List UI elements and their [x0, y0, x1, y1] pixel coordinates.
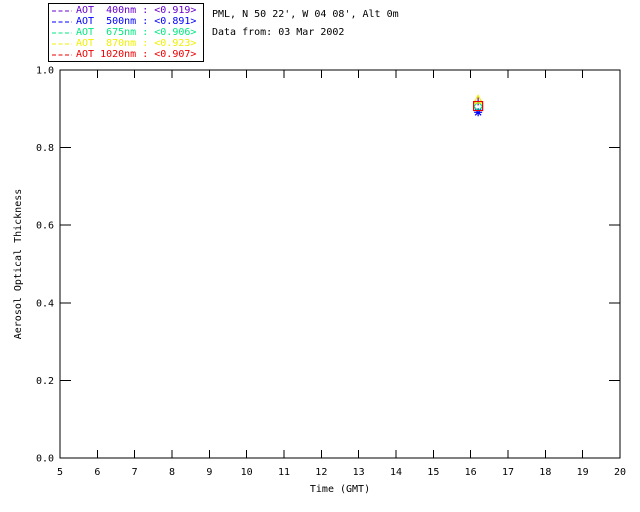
x-tick-label: 13: [353, 467, 365, 478]
legend-item-400nm: AOT 400nm : <0.919>: [52, 5, 203, 16]
x-tick-label: 19: [577, 467, 589, 478]
x-tick-label: 15: [427, 467, 439, 478]
x-tick-label: 10: [241, 467, 253, 478]
x-tick-label: 20: [614, 467, 626, 478]
x-tick-label: 12: [315, 467, 327, 478]
x-tick-label: 14: [390, 467, 402, 478]
legend: AOT 400nm : <0.919> AOT 500nm : <0.891> AO…: [48, 3, 204, 62]
marker-500nm-asterisk: [474, 108, 483, 117]
x-tick-label: 5: [57, 467, 63, 478]
x-tick-label: 16: [465, 467, 477, 478]
legend-item-1020nm: AOT 1020nm : <0.907>: [52, 49, 203, 60]
y-tick-label: 0.8: [36, 143, 54, 154]
plot-frame: [59, 69, 621, 459]
legend-item-label: AOT 870nm : <0.923>: [76, 38, 197, 49]
y-tick-label: 0.6: [36, 221, 54, 232]
legend-item-label: AOT 1020nm : <0.907>: [76, 49, 197, 60]
site-annotation: PML, N 50 22', W 04 08', Alt 0m: [212, 9, 399, 20]
y-tick-label: 1.0: [36, 66, 54, 77]
legend-item-label: AOT 675nm : <0.906>: [76, 27, 197, 38]
x-tick-label: 11: [278, 467, 290, 478]
x-tick-label: 7: [132, 467, 138, 478]
legend-item-870nm: AOT 870nm : <0.923>: [52, 38, 203, 49]
y-tick-label: 0.4: [36, 298, 54, 309]
x-tick-label: 6: [94, 467, 100, 478]
x-tick-label: 18: [539, 467, 551, 478]
legend-item-500nm: AOT 500nm : <0.891>: [52, 16, 203, 27]
chart-canvas: PML, N 50 22', W 04 08', Alt 0m Data fro…: [13, 9, 626, 495]
x-tick-label: 8: [169, 467, 175, 478]
legend-dash-line: [52, 16, 72, 27]
legend-item-label: AOT 400nm : <0.919>: [76, 5, 197, 16]
legend-dash-line: [52, 27, 72, 38]
x-tick-label: 17: [502, 467, 514, 478]
legend-dash-line: [52, 5, 72, 16]
aot-plot-page: AOT 400nm : <0.919> AOT 500nm : <0.891> AO…: [0, 0, 640, 512]
y-tick-label: 0.0: [36, 454, 54, 465]
x-tick-label: 9: [206, 467, 212, 478]
date-annotation: Data from: 03 Mar 2002: [212, 27, 344, 38]
y-axis-title: Aerosol Optical Thickness: [13, 189, 24, 340]
legend-item-label: AOT 500nm : <0.891>: [76, 16, 197, 27]
axes-layer: 5 6 7 8 9 10 11 12 13 14 15 16 17 18 19 20 0.0 0.2 0.4 0.6 0…: [36, 66, 626, 479]
legend-dash-line: [52, 38, 72, 49]
legend-item-675nm: AOT 675nm : <0.906>: [52, 27, 203, 38]
y-tick-label: 0.2: [36, 376, 54, 387]
marker-layer: [472, 94, 484, 117]
x-axis-title: Time (GMT): [310, 484, 370, 495]
legend-dash-line: [52, 49, 72, 60]
